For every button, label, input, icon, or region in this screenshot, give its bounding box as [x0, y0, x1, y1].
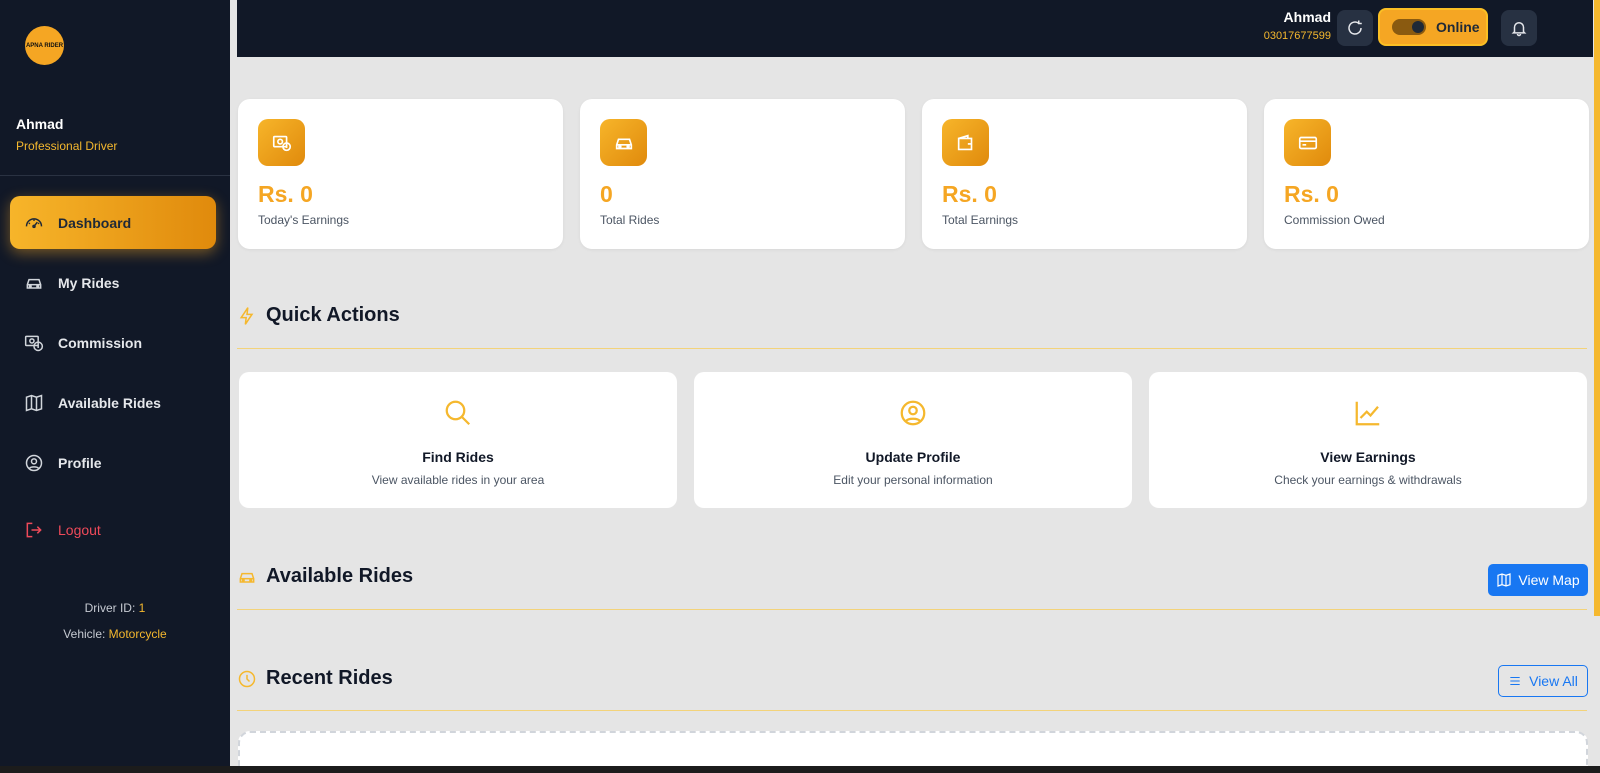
action-title: View Earnings: [1320, 449, 1416, 465]
map-icon: [25, 393, 43, 412]
car-icon: [26, 278, 42, 289]
logout-button[interactable]: Logout: [10, 503, 216, 556]
action-subtitle: Check your earnings & withdrawals: [1274, 473, 1462, 487]
driver-id-label: Driver ID:: [84, 601, 136, 615]
top-user-name: Ahmad: [1283, 9, 1331, 25]
refresh-icon: [1348, 20, 1362, 35]
stat-icon: [600, 119, 647, 166]
stat-value: Rs. 0: [1284, 181, 1339, 207]
stat-value: 0: [600, 181, 613, 207]
map-icon: [1497, 573, 1511, 587]
top-bar: Ahmad 03017677599 Online: [237, 0, 1593, 57]
refresh-button[interactable]: [1337, 10, 1373, 46]
stat-icon: [1284, 119, 1331, 166]
person-circle-icon: [900, 400, 926, 426]
view-map-label: View Map: [1518, 572, 1580, 588]
section-divider: [237, 348, 1587, 349]
stat-label: Commission Owed: [1284, 213, 1385, 227]
available-rides-header: Available Rides: [237, 565, 413, 588]
sidebar-user-role: Professional Driver: [16, 139, 118, 153]
sidebar-item-label: My Rides: [58, 274, 120, 291]
speedometer-icon: [25, 217, 43, 228]
section-title: Quick Actions: [266, 304, 400, 326]
stat-value: Rs. 0: [258, 181, 313, 207]
logout-label: Logout: [58, 521, 101, 538]
update-profile-card[interactable]: Update Profile Edit your personal inform…: [694, 372, 1132, 508]
view-all-label: View All: [1529, 673, 1578, 689]
sidebar-item-my-rides[interactable]: My Rides: [10, 256, 216, 309]
sidebar-item-profile[interactable]: Profile: [10, 436, 216, 489]
driver-id-info: Driver ID: 1: [0, 601, 230, 615]
online-status-label: Online: [1436, 19, 1480, 35]
logout-icon: [26, 522, 42, 537]
online-status-toggle[interactable]: Online: [1378, 8, 1488, 46]
top-user-phone: 03017677599: [1263, 30, 1331, 42]
list-icon: [1510, 676, 1520, 686]
clock-icon: [238, 670, 256, 687]
wallet-icon: [957, 134, 972, 150]
sidebar-item-label: Dashboard: [58, 214, 132, 231]
app-logo[interactable]: APNA RIDER: [25, 26, 64, 65]
stat-card-total-rides: 0 Total Rides: [580, 99, 905, 249]
stat-icon: [942, 119, 989, 166]
action-title: Update Profile: [865, 449, 961, 465]
vehicle-value: Motorcycle: [108, 627, 167, 641]
sidebar-user-name: Ahmad: [16, 116, 64, 132]
notifications-button[interactable]: [1501, 10, 1537, 46]
section-divider: [237, 609, 1587, 610]
sidebar-divider: [0, 175, 230, 176]
vehicle-label: Vehicle:: [63, 627, 106, 641]
person-circle-icon: [25, 454, 43, 471]
sidebar-item-label: Available Rides: [58, 394, 161, 411]
action-title: Find Rides: [422, 449, 494, 465]
find-rides-card[interactable]: Find Rides View available rides in your …: [239, 372, 677, 508]
sidebar-item-dashboard[interactable]: Dashboard: [10, 196, 216, 249]
sidebar-item-available-rides[interactable]: Available Rides: [10, 376, 216, 429]
stat-value: Rs. 0: [942, 181, 997, 207]
sidebar-item-label: Profile: [58, 454, 102, 471]
toggle-switch: [1392, 19, 1426, 35]
search-icon: [445, 400, 471, 426]
view-earnings-card[interactable]: View Earnings Check your earnings & with…: [1149, 372, 1587, 508]
stat-card-commission-owed: Rs. 0 Commission Owed: [1264, 99, 1589, 249]
recent-rides-header: Recent Rides: [237, 667, 393, 690]
vehicle-info: Vehicle: Motorcycle: [0, 627, 230, 641]
graph-up-icon: [1355, 401, 1380, 426]
stat-label: Today's Earnings: [258, 213, 350, 227]
cash-icon: [272, 135, 291, 151]
top-user-info: Ahmad 03017677599: [1264, 9, 1331, 42]
sidebar: APNA RIDER Ahmad Professional Driver Das…: [0, 0, 230, 766]
view-map-button[interactable]: View Map: [1488, 564, 1588, 596]
car-icon: [615, 138, 632, 149]
stat-label: Total Rides: [600, 213, 660, 227]
sidebar-nav: Dashboard My Rides Commission Available …: [10, 196, 216, 563]
action-subtitle: View available rides in your area: [371, 473, 545, 487]
section-title: Recent Rides: [266, 667, 393, 689]
stat-label: Total Earnings: [942, 213, 1019, 227]
section-title: Available Rides: [266, 565, 414, 587]
credit-card-icon: [1298, 136, 1317, 149]
view-all-button[interactable]: View All: [1498, 665, 1588, 697]
page-scrollbar[interactable]: [1594, 0, 1600, 616]
stat-card-todays-earnings: Rs. 0 Today's Earnings: [238, 99, 563, 249]
stat-icon: [258, 119, 305, 166]
sidebar-item-label: Commission: [58, 334, 143, 351]
lightning-icon: [239, 306, 254, 325]
os-taskbar: [0, 766, 1600, 773]
logo-text: APNA RIDER: [25, 42, 64, 49]
bell-icon: [1511, 22, 1527, 37]
quick-actions-header: Quick Actions: [237, 304, 400, 327]
section-divider: [237, 710, 1587, 711]
stat-card-total-earnings: Rs. 0 Total Earnings: [922, 99, 1247, 249]
driver-id-value: 1: [138, 601, 146, 615]
cash-coin-icon: [24, 335, 44, 351]
action-subtitle: Edit your personal information: [833, 473, 993, 487]
sidebar-item-commission[interactable]: Commission: [10, 316, 216, 369]
car-icon: [239, 572, 255, 583]
